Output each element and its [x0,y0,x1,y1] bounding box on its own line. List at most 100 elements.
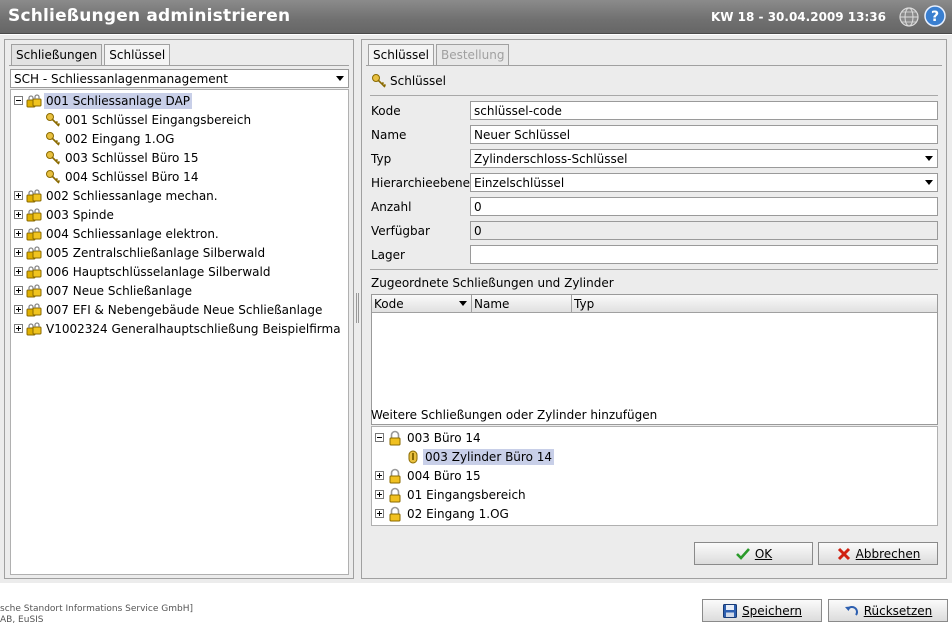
verfuegbar-label: Verfügbar [371,224,430,238]
lock-icon [389,430,401,445]
column-header-kode[interactable]: Kode [372,295,472,312]
right-tabs: Schlüssel Bestellung [368,44,511,65]
tree-item[interactable]: 001 Schliessanlage DAP [14,91,193,110]
lock-group-icon [26,302,42,316]
expand-icon[interactable] [14,229,23,238]
tree-item[interactable]: 02 Eingang 1.OG [375,504,511,523]
ok-button[interactable]: OK [694,542,813,565]
tree-item[interactable]: 006 Hauptschlüsselanlage Silberwald [14,262,272,281]
right-panel: Schlüssel Bestellung Schlüssel Kode schl… [361,39,947,579]
left-panel: Schließungen Schlüssel SCH - Schliessanl… [4,39,354,579]
lock-group-icon [26,245,42,259]
tree-item-label: 003 Spinde [46,207,114,222]
tree-item-label: 002 Schliessanlage mechan. [46,188,218,203]
assigned-table: Kode Name Typ [371,294,938,425]
footer-company: sche Standort Informations Service GmbH] [0,604,194,614]
lock-icon [389,468,401,483]
tree-item[interactable]: 002 Eingang 1.OG [45,129,176,148]
tree-item[interactable]: 003 Zylinder Büro 14 [405,447,554,466]
cylinder-icon [408,450,418,463]
table-header: Kode Name Typ [372,295,937,313]
tree-item-label: V1002324 Generalhauptschließung Beispiel… [46,321,341,336]
splitter-handle[interactable] [356,293,359,323]
tree-item-label: 003 Büro 14 [407,430,481,445]
globe-icon[interactable] [898,6,920,28]
lock-group-icon [26,321,42,335]
tree-item[interactable]: 003 Büro 14 [375,428,483,447]
tree-item[interactable]: 005 Zentralschließanlage Silberwald [14,243,267,262]
column-header-name[interactable]: Name [472,295,572,312]
tree-item[interactable]: 01 Eingangsbereich [375,485,528,504]
expand-icon[interactable] [375,509,384,518]
tree-item[interactable]: V1002324 Generalhauptschließung Beispiel… [14,319,343,338]
save-button[interactable]: Speichern [702,599,822,622]
floppy-disk-icon [723,603,738,618]
expand-icon[interactable] [14,267,23,276]
lock-icon [389,506,401,521]
typ-select[interactable]: Zylinderschloss-Schlüssel [470,149,938,168]
anzahl-label: Anzahl [371,200,412,214]
chevron-down-icon [925,156,933,161]
column-header-typ[interactable]: Typ [572,295,937,312]
cancel-x-icon [837,547,850,560]
lock-icon [389,487,401,502]
footer-product: AB, EuSIS [0,615,44,625]
name-label: Name [371,128,407,142]
tab-underline [9,65,349,66]
anzahl-field[interactable]: 0 [470,197,938,216]
tree-item[interactable]: 003 Schlüssel Büro 15 [45,148,200,167]
key-icon [46,150,61,165]
separator [370,95,938,96]
column-header-label: Typ [574,297,595,311]
key-icon [372,74,387,88]
name-field[interactable]: Neuer Schlüssel [470,125,938,144]
sort-desc-icon [459,301,467,306]
expand-icon[interactable] [14,305,23,314]
tree-item[interactable]: 003 Spinde [14,205,116,224]
tree-item[interactable]: 002 Schliessanlage mechan. [14,186,220,205]
collapse-icon[interactable] [14,96,23,105]
system-dropdown[interactable]: SCH - Schliessanlagenmanagement [10,69,349,88]
expand-icon[interactable] [375,471,384,480]
chevron-down-icon [336,76,344,81]
expand-icon[interactable] [14,210,23,219]
tree-item[interactable]: 007 EFI & Nebengebäude Neue Schließanlag… [14,300,324,319]
lock-group-icon [26,188,42,202]
key-icon [46,112,61,127]
main-area: Schließungen Schlüssel SCH - Schliessanl… [0,35,952,583]
lager-field[interactable] [470,245,938,264]
tree-item-label: 007 EFI & Nebengebäude Neue Schließanlag… [46,302,323,317]
title-bar: Schließungen administrieren KW 18 - 30.0… [0,0,952,34]
chevron-down-icon [925,180,933,185]
ok-button-label: OK [754,546,773,561]
hierarchie-select[interactable]: Einzelschlüssel [470,173,938,192]
tab-schluessel-detail[interactable]: Schlüssel [368,44,434,65]
tab-schliessungen[interactable]: Schließungen [11,44,103,65]
tree-item-label: 004 Schliessanlage elektron. [46,226,219,241]
tree-item[interactable]: 004 Büro 15 [375,466,483,485]
lock-group-icon [26,93,42,107]
expand-icon[interactable] [14,248,23,257]
expand-icon[interactable] [14,191,23,200]
expand-icon[interactable] [375,490,384,499]
collapse-icon[interactable] [375,433,384,442]
tree-item-label: 001 Schliessanlage DAP [44,92,193,109]
expand-icon[interactable] [14,286,23,295]
typ-label: Typ [371,152,392,166]
cancel-button[interactable]: Abbrechen [818,542,938,565]
separator [370,269,938,270]
kode-field[interactable]: schlüssel-code [470,101,938,120]
tree-item[interactable]: 004 Schlüssel Büro 14 [45,167,200,186]
help-icon[interactable]: ? [924,5,946,27]
tree-item-label: 007 Neue Schließanlage [46,283,192,298]
more-tree: 003 Büro 14 003 Zylinder Büro 14 004 Bür… [371,426,938,526]
reset-button[interactable]: Rücksetzen [828,599,948,622]
lock-group-icon [26,283,42,297]
tree-item[interactable]: 007 Neue Schließanlage [14,281,194,300]
expand-icon[interactable] [14,324,23,333]
tree-item[interactable]: 001 Schlüssel Eingangsbereich [45,110,253,129]
tree-item[interactable]: 004 Schliessanlage elektron. [14,224,221,243]
tree-item-label: 006 Hauptschlüsselanlage Silberwald [46,264,271,279]
tab-schluessel[interactable]: Schlüssel [104,44,171,65]
verfuegbar-field: 0 [470,221,938,240]
